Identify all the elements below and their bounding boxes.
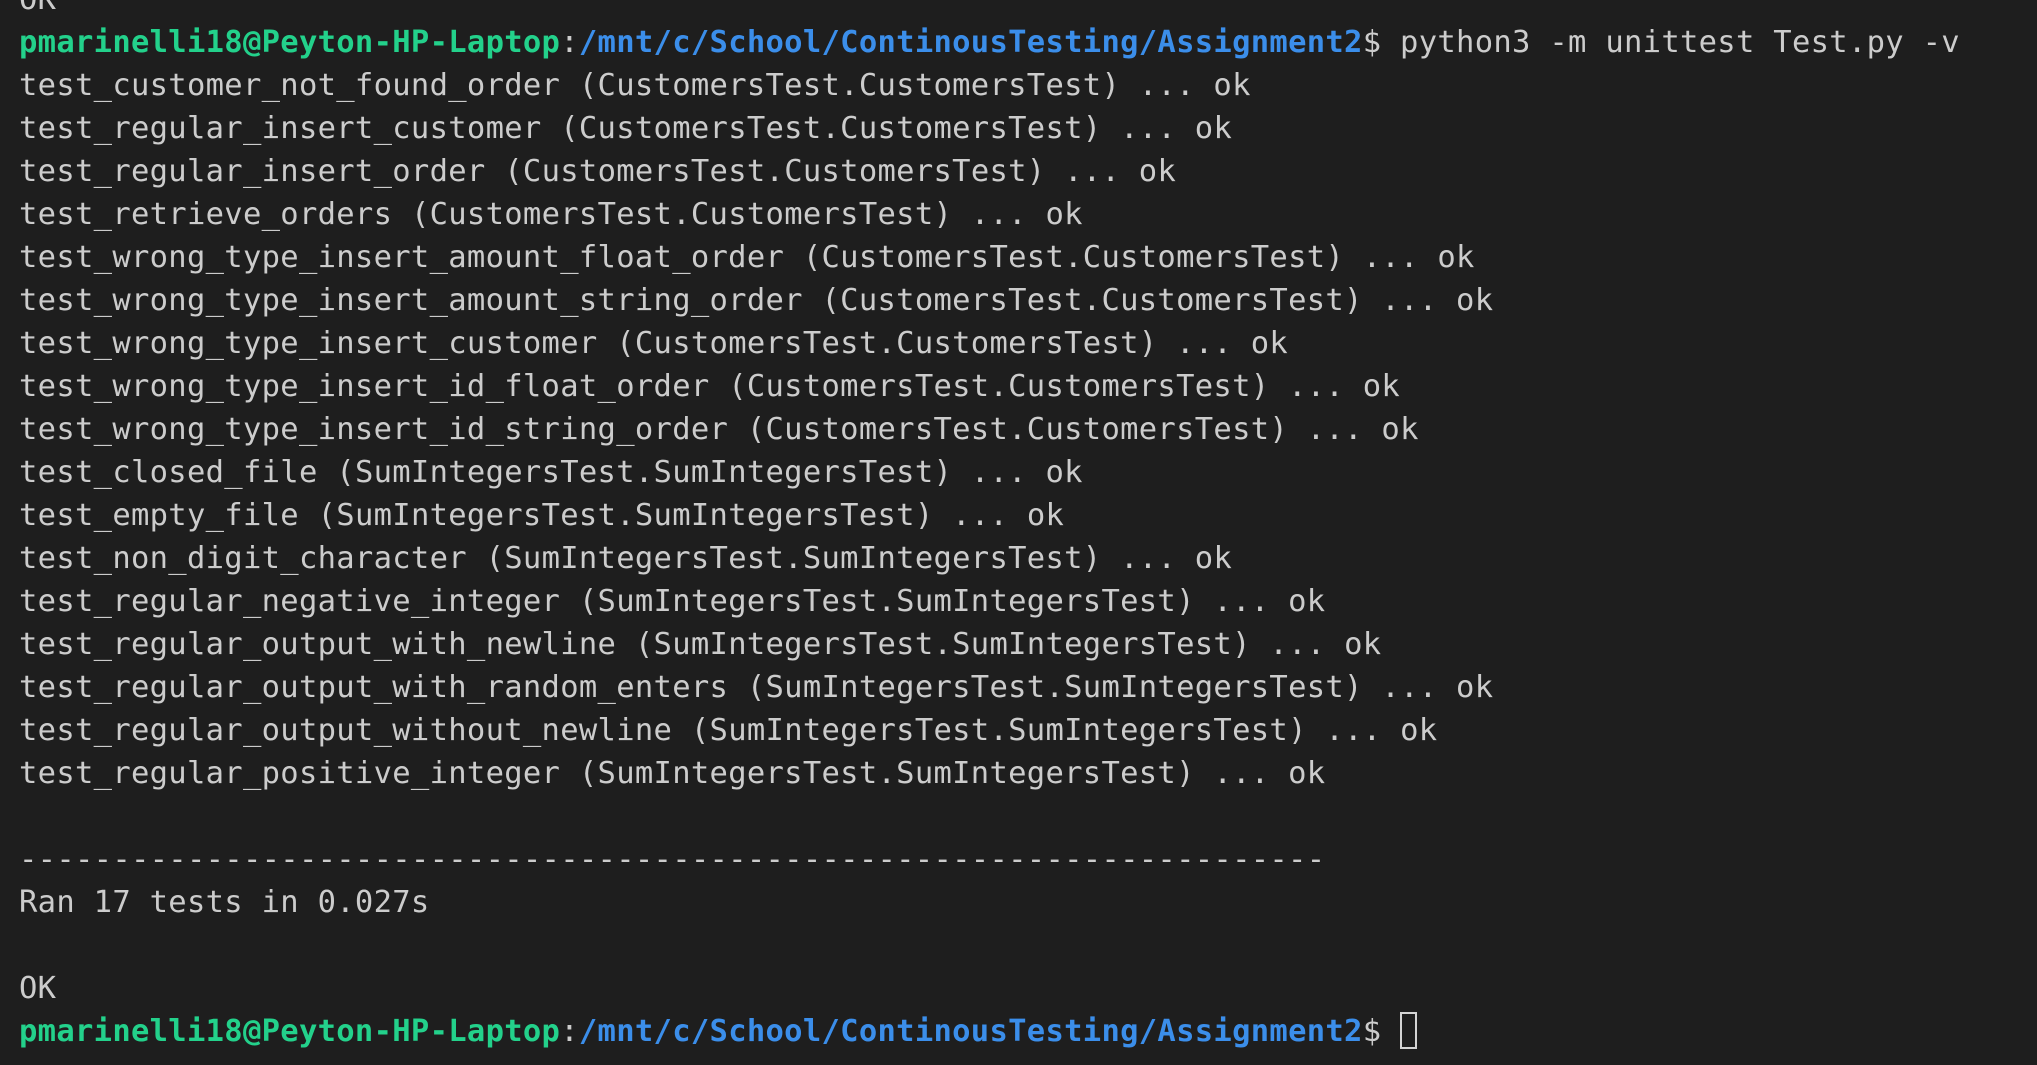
- summary-line: Ran 17 tests in 0.027s: [19, 881, 1960, 924]
- command-text: python3 -m unittest Test.py -v: [1400, 25, 1960, 60]
- input-prompt-line[interactable]: pmarinelli18@Peyton-HP-Laptop:/mnt/c/Sch…: [19, 1010, 1960, 1053]
- test-result-line: test_regular_insert_order (CustomersTest…: [19, 150, 1960, 193]
- test-class: (SumIntegersTest.SumIntegersTest): [485, 541, 1102, 576]
- test-name: test_retrieve_orders: [19, 197, 393, 232]
- text-cursor[interactable]: [1400, 1012, 1418, 1049]
- test-name: test_regular_negative_integer: [19, 584, 561, 619]
- prompt-symbol: $: [1362, 1014, 1401, 1049]
- test-result-line: test_closed_file (SumIntegersTest.SumInt…: [19, 451, 1960, 494]
- test-name: test_regular_output_with_newline: [19, 627, 617, 662]
- test-name: test_wrong_type_insert_amount_float_orde…: [19, 240, 785, 275]
- prompt-path: /mnt/c/School/ContinousTesting/Assignmen…: [578, 25, 1363, 60]
- separator-text: ----------------------------------------…: [19, 842, 1326, 877]
- test-name: test_wrong_type_insert_amount_string_ord…: [19, 283, 803, 318]
- prompt-path: /mnt/c/School/ContinousTesting/Assignmen…: [578, 1014, 1363, 1049]
- test-name: test_wrong_type_insert_id_string_order: [19, 412, 729, 447]
- test-name: test_non_digit_character: [19, 541, 467, 576]
- test-result: ... ok: [1213, 584, 1326, 619]
- test-result-line: test_wrong_type_insert_customer (Custome…: [19, 322, 1960, 365]
- test-result: ... ok: [970, 455, 1083, 490]
- summary-text: Ran 17 tests in 0.027s: [19, 885, 430, 920]
- test-class: (SumIntegersTest.SumIntegersTest): [634, 627, 1251, 662]
- test-result: ... ok: [970, 197, 1083, 232]
- test-class: (SumIntegersTest.SumIntegersTest): [317, 498, 934, 533]
- prompt-separator: :: [560, 25, 579, 60]
- prompt-separator: :: [560, 1014, 579, 1049]
- test-result: ... ok: [1325, 713, 1438, 748]
- test-result: ... ok: [1213, 756, 1326, 791]
- test-name: test_wrong_type_insert_customer: [19, 326, 598, 361]
- test-result: ... ok: [1138, 68, 1251, 103]
- prompt-user-host: pmarinelli18@Peyton-HP-Laptop: [19, 25, 561, 60]
- test-class: (SumIntegersTest.SumIntegersTest): [336, 455, 953, 490]
- test-name: test_wrong_type_insert_id_float_order: [19, 369, 710, 404]
- previous-output-text: OK: [19, 0, 56, 17]
- test-name: test_closed_file: [19, 455, 318, 490]
- test-result: ... ok: [952, 498, 1065, 533]
- test-result-line: test_customer_not_found_order (Customers…: [19, 64, 1960, 107]
- test-class: (CustomersTest.CustomersTest): [578, 68, 1121, 103]
- test-name: test_customer_not_found_order: [19, 68, 561, 103]
- test-class: (CustomersTest.CustomersTest): [504, 154, 1046, 189]
- test-class: (CustomersTest.CustomersTest): [746, 412, 1289, 447]
- test-result-line: test_regular_output_with_newline (SumInt…: [19, 623, 1960, 666]
- test-class: (CustomersTest.CustomersTest): [560, 111, 1102, 146]
- test-class: (SumIntegersTest.SumIntegersTest): [690, 713, 1307, 748]
- test-class: (CustomersTest.CustomersTest): [728, 369, 1270, 404]
- test-result: ... ok: [1064, 154, 1177, 189]
- test-result: ... ok: [1362, 240, 1475, 275]
- test-result-line: test_non_digit_character (SumIntegersTes…: [19, 537, 1960, 580]
- test-result: ... ok: [1381, 670, 1494, 705]
- test-results-list: test_customer_not_found_order (Customers…: [19, 64, 1960, 795]
- test-result: ... ok: [1176, 326, 1289, 361]
- final-status-text: OK: [19, 971, 57, 1006]
- test-name: test_regular_insert_order: [19, 154, 486, 189]
- command-line: pmarinelli18@Peyton-HP-Laptop:/mnt/c/Sch…: [19, 21, 1960, 64]
- test-name: test_empty_file: [19, 498, 299, 533]
- test-name: test_regular_output_with_random_enters: [19, 670, 729, 705]
- test-result-line: test_regular_positive_integer (SumIntege…: [19, 752, 1960, 795]
- test-class: (SumIntegersTest.SumIntegersTest): [578, 756, 1195, 791]
- test-result: ... ok: [1288, 369, 1401, 404]
- separator-line: ----------------------------------------…: [19, 838, 1960, 881]
- previous-output-line: OK: [19, 0, 1960, 21]
- prompt-symbol: $: [1362, 25, 1401, 60]
- test-result-line: test_regular_insert_customer (CustomersT…: [19, 107, 1960, 150]
- test-result-line: test_retrieve_orders (CustomersTest.Cust…: [19, 193, 1960, 236]
- test-class: (CustomersTest.CustomersTest): [410, 197, 953, 232]
- test-class: (SumIntegersTest.SumIntegersTest): [746, 670, 1363, 705]
- test-class: (CustomersTest.CustomersTest): [616, 326, 1158, 361]
- test-result-line: test_wrong_type_insert_id_string_order (…: [19, 408, 1960, 451]
- test-result-line: test_regular_output_with_random_enters (…: [19, 666, 1960, 709]
- test-name: test_regular_output_without_newline: [19, 713, 673, 748]
- test-result: ... ok: [1269, 627, 1382, 662]
- test-class: (SumIntegersTest.SumIntegersTest): [578, 584, 1195, 619]
- test-class: (CustomersTest.CustomersTest): [821, 283, 1363, 318]
- test-name: test_regular_positive_integer: [19, 756, 561, 791]
- test-result: ... ok: [1120, 111, 1233, 146]
- test-result-line: test_wrong_type_insert_amount_string_ord…: [19, 279, 1960, 322]
- test-result: ... ok: [1120, 541, 1233, 576]
- test-name: test_regular_insert_customer: [19, 111, 542, 146]
- test-result: ... ok: [1381, 283, 1494, 318]
- terminal-window[interactable]: OK pmarinelli18@Peyton-HP-Laptop:/mnt/c/…: [0, 0, 2037, 1065]
- final-status-line: OK: [19, 967, 1960, 1010]
- prompt-user-host: pmarinelli18@Peyton-HP-Laptop: [19, 1014, 561, 1049]
- test-result-line: test_wrong_type_insert_amount_float_orde…: [19, 236, 1960, 279]
- test-class: (CustomersTest.CustomersTest): [802, 240, 1345, 275]
- test-result-line: test_empty_file (SumIntegersTest.SumInte…: [19, 494, 1960, 537]
- terminal-output: OK pmarinelli18@Peyton-HP-Laptop:/mnt/c/…: [19, 0, 1960, 1053]
- test-result-line: test_regular_negative_integer (SumIntege…: [19, 580, 1960, 623]
- test-result-line: test_wrong_type_insert_id_float_order (C…: [19, 365, 1960, 408]
- test-result-line: test_regular_output_without_newline (Sum…: [19, 709, 1960, 752]
- test-result: ... ok: [1306, 412, 1419, 447]
